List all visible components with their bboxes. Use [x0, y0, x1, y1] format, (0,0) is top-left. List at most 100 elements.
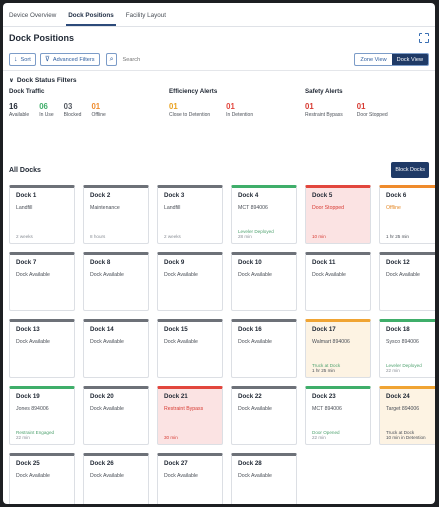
dock-card-title: Dock 19 [16, 393, 40, 400]
filter-stat-label: Offline [91, 112, 106, 118]
dock-card[interactable]: Dock 19 Jones 894006 Restraint Engaged 22 m… [9, 386, 75, 445]
dock-card[interactable]: Dock 17 Walmart 894006 Truck at Dock 1 hr 2… [305, 319, 371, 378]
dock-card[interactable]: Dock 26 Dock Available [83, 453, 149, 504]
block-docks-button[interactable]: Block Docks [391, 162, 429, 178]
filter-stat-blocked[interactable]: 03 Blocked [64, 102, 82, 118]
dock-card-time: 10 min [312, 234, 326, 239]
dock-card-time: 1 hr 25 min [386, 234, 409, 239]
dock-card[interactable]: Dock 11 Dock Available [305, 252, 371, 311]
search-box: ⌕ [104, 53, 304, 66]
filter-stats: 01 Restraint Bypass 01 Door Stopped [305, 102, 388, 118]
dock-card-status: Dock Available [90, 339, 124, 345]
zone-view-button[interactable]: Zone View [355, 54, 391, 65]
dock-grid: Dock 1 Landfill 2 weeks Dock 2 Maintenance 8 … [9, 185, 435, 504]
dock-card[interactable]: Dock 27 Dock Available [157, 453, 223, 504]
filter-stat-value: 01 [305, 102, 314, 111]
sort-button[interactable]: ↓ Sort [9, 53, 36, 66]
dock-card-status: Dock Available [16, 473, 50, 479]
toolbar: ↓ Sort ⊽ Advanced Filters ⌕ Zone View Do… [3, 49, 435, 71]
dock-card[interactable]: Dock 21 Restraint Bypass 30 min [157, 386, 223, 445]
dock-card-status: Offline [386, 205, 401, 211]
dock-card[interactable]: Dock 12 Dock Available [379, 252, 435, 311]
filter-stat-value: 01 [226, 102, 235, 111]
dock-card[interactable]: Dock 28 Dock Available [231, 453, 297, 504]
dock-card[interactable]: Dock 18 Sysco 894006 Leveler Deployed 22 mi… [379, 319, 435, 378]
filter-stat-value: 03 [63, 102, 73, 111]
search-button[interactable]: ⌕ [105, 53, 118, 66]
search-input[interactable] [122, 56, 273, 63]
dock-card-title: Dock 9 [164, 259, 185, 266]
tab-facility-layout[interactable]: Facility Layout [124, 12, 168, 26]
dock-card-title: Dock 11 [312, 259, 336, 266]
dock-card-status: Dock Available [16, 339, 50, 345]
dock-card-title: Dock 13 [16, 326, 40, 333]
filter-stat-offline[interactable]: 01 Offline [91, 102, 105, 118]
dock-card-title: Dock 2 [90, 192, 111, 199]
filter-stat-available[interactable]: 16 Available [9, 102, 29, 118]
dock-card[interactable]: Dock 23 MCT 894006 Door Opened 22 min [305, 386, 371, 445]
dock-card[interactable]: Dock 10 Dock Available [231, 252, 297, 311]
chevron-down-icon: ∨ [9, 78, 14, 84]
dock-card-status: Dock Available [238, 406, 272, 412]
page-title: Dock Positions [9, 33, 75, 43]
dock-card-time: 2 weeks [164, 234, 181, 239]
dock-card[interactable]: Dock 20 Dock Available [83, 386, 149, 445]
title-row: Dock Positions [3, 27, 435, 49]
dock-status-filters-header[interactable]: ∨ Dock Status Filters [3, 73, 435, 88]
advanced-filters-label: Advanced Filters [52, 56, 95, 63]
dock-card-status: Dock Available [16, 272, 50, 278]
dock-card[interactable]: Dock 3 Landfill 2 weeks [157, 185, 223, 244]
dock-card[interactable]: Dock 22 Dock Available [231, 386, 297, 445]
filter-stat-door-stopped[interactable]: 01 Door Stopped [357, 102, 388, 118]
dock-card-status: Maintenance [90, 205, 120, 211]
dock-card[interactable]: Dock 14 Dock Available [83, 319, 149, 378]
dock-card-status: Dock Available [238, 339, 272, 345]
dock-card-status: Landfill [164, 205, 181, 211]
advanced-filters-button[interactable]: ⊽ Advanced Filters [39, 53, 100, 66]
filter-stat-label: Restraint Bypass [305, 112, 343, 118]
dock-card[interactable]: Dock 16 Dock Available [231, 319, 297, 378]
dock-card-status: Dock Available [164, 473, 198, 479]
filter-stat-label: Available [9, 112, 30, 118]
dock-card-title: Dock 1 [16, 192, 37, 199]
dock-card-title: Dock 10 [238, 259, 262, 266]
filter-stat-in-use[interactable]: 06 In Use [39, 102, 53, 118]
filter-stat-value: 01 [356, 102, 366, 111]
dock-card[interactable]: Dock 7 Dock Available [9, 252, 75, 311]
dock-card[interactable]: Dock 6 Offline 1 hr 25 min [379, 185, 435, 244]
expand-icon[interactable] [418, 32, 430, 44]
dock-card-title: Dock 4 [238, 192, 259, 199]
dock-card[interactable]: Dock 9 Dock Available [157, 252, 223, 311]
dock-card[interactable]: Dock 24 Target 894006 Truck at Dock 10 min … [379, 386, 435, 445]
dock-card-title: Dock 15 [164, 326, 188, 333]
dock-card[interactable]: Dock 2 Maintenance 8 hours [83, 185, 149, 244]
dock-card-status: Dock Available [90, 272, 124, 278]
dock-status-filters-title: Dock Status Filters [16, 77, 77, 84]
filter-groups: Dock Traffic 16 Available 06 In Use 03 B… [3, 88, 435, 118]
dock-card[interactable]: Dock 25 Dock Available [9, 453, 75, 504]
filter-stats: 16 Available 06 In Use 03 Blocked 01 Off… [9, 102, 169, 118]
dock-card[interactable]: Dock 5 Door Stopped 10 min [305, 185, 371, 244]
filter-stat-value: 01 [91, 102, 101, 111]
dock-card-status: MCT 894006 [238, 205, 268, 211]
filter-stat-label: In Use [39, 112, 54, 118]
all-docks-title: All Docks [9, 166, 41, 174]
dock-view-button[interactable]: Dock View [391, 54, 428, 65]
filter-stat-label: Close to Detention [169, 112, 211, 118]
filter-stat-in-detention[interactable]: 01 In Detention [226, 102, 253, 118]
dock-card[interactable]: Dock 15 Dock Available [157, 319, 223, 378]
dock-card[interactable]: Dock 8 Dock Available [83, 252, 149, 311]
filter-group-safety: Safety Alerts 01 Restraint Bypass 01 Doo… [305, 88, 388, 118]
dock-card-title: Dock 22 [238, 393, 262, 400]
tab-device-overview[interactable]: Device Overview [7, 12, 58, 26]
dock-card-title: Dock 21 [164, 393, 188, 400]
dock-card[interactable]: Dock 4 MCT 894006 Leveler Deployed 28 min [231, 185, 297, 244]
filter-stat-close-to-detention[interactable]: 01 Close to Detention [169, 102, 210, 118]
tab-dock-positions[interactable]: Dock Positions [66, 12, 116, 26]
filter-stat-restraint-bypass[interactable]: 01 Restraint Bypass [305, 102, 343, 118]
dock-card[interactable]: Dock 13 Dock Available [9, 319, 75, 378]
dock-card-title: Dock 14 [90, 326, 114, 333]
view-toggle: Zone View Dock View [354, 53, 429, 66]
dock-card[interactable]: Dock 1 Landfill 2 weeks [9, 185, 75, 244]
dock-card-title: Dock 23 [312, 393, 336, 400]
